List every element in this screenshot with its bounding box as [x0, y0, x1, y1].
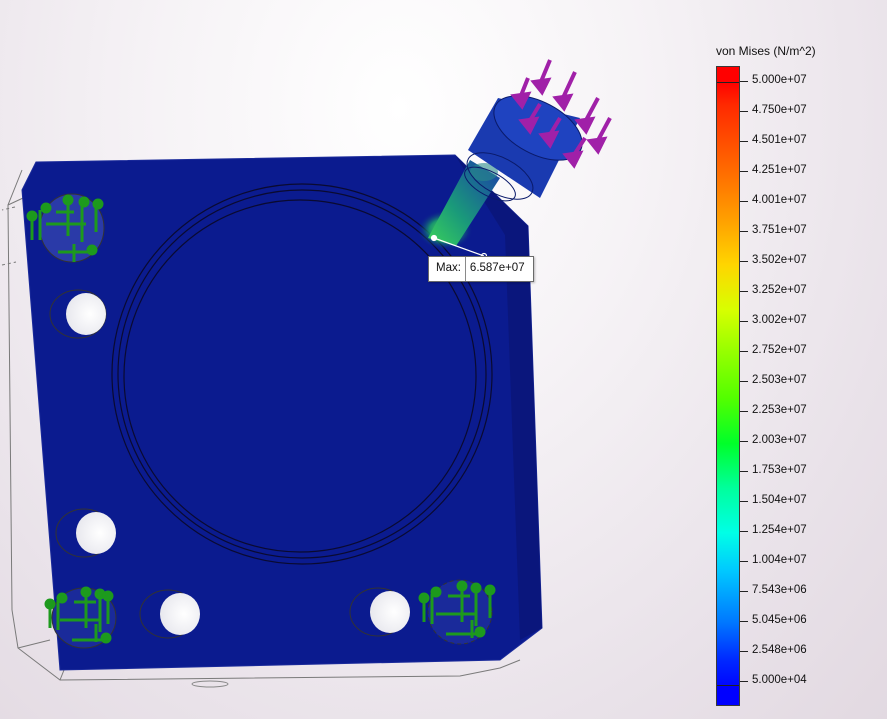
legend-tick-mark	[740, 141, 748, 142]
legend-tick-label: 5.000e+07	[752, 74, 807, 86]
legend-tick-label: 2.253e+07	[752, 404, 807, 416]
legend-tick-mark	[740, 411, 748, 412]
legend-tick-label: 2.503e+07	[752, 374, 807, 386]
legend-tick-mark	[740, 441, 748, 442]
legend-tick-label: 3.751e+07	[752, 224, 807, 236]
legend-title: von Mises (N/m^2)	[716, 44, 816, 58]
legend-tick-label: 2.003e+07	[752, 434, 807, 446]
legend-tick-mark	[740, 651, 748, 652]
legend-tick-mark	[740, 381, 748, 382]
legend-tick-mark	[740, 561, 748, 562]
legend-tick-label: 3.002e+07	[752, 314, 807, 326]
probe-value: 6.587e+07	[469, 262, 525, 274]
legend-tick-label: 4.750e+07	[752, 104, 807, 116]
legend-tick-mark	[740, 291, 748, 292]
legend-tick-label: 1.753e+07	[752, 464, 807, 476]
max-stress-probe[interactable]: Max: 6.587e+07	[428, 256, 534, 282]
legend-tick-mark	[740, 171, 748, 172]
legend-tick-label: 1.004e+07	[752, 554, 807, 566]
legend-tick-mark	[740, 111, 748, 112]
legend-tick-label: 4.001e+07	[752, 194, 807, 206]
legend-tick-mark	[740, 321, 748, 322]
legend-tick-label: 2.752e+07	[752, 344, 807, 356]
legend-tick-mark	[740, 531, 748, 532]
legend-tick-label: 3.502e+07	[752, 254, 807, 266]
legend-tick-label: 1.254e+07	[752, 524, 807, 536]
legend-tick-label: 5.045e+06	[752, 614, 807, 626]
legend-tick-label: 1.504e+07	[752, 494, 807, 506]
legend-tick-mark	[740, 591, 748, 592]
legend-tick-mark	[740, 621, 748, 622]
legend-tick-mark	[740, 351, 748, 352]
legend-tick-mark	[740, 471, 748, 472]
min-band	[717, 685, 739, 705]
legend-tick-mark	[740, 201, 748, 202]
legend-tick-mark	[740, 681, 748, 682]
legend-tick-label: 2.548e+06	[752, 644, 807, 656]
probe-label: Max:	[429, 257, 466, 281]
legend-tick-label: 4.251e+07	[752, 164, 807, 176]
legend-tick-label: 7.543e+06	[752, 584, 807, 596]
legend-tick-label: 4.501e+07	[752, 134, 807, 146]
legend-tick-label: 5.000e+04	[752, 674, 807, 686]
legend-tick-mark	[740, 261, 748, 262]
legend-tick-mark	[740, 231, 748, 232]
color-scale-bar	[716, 66, 740, 706]
legend-tick-mark	[740, 501, 748, 502]
legend-tick-label: 3.252e+07	[752, 284, 807, 296]
max-band	[717, 67, 739, 83]
legend-tick-mark	[740, 81, 748, 82]
